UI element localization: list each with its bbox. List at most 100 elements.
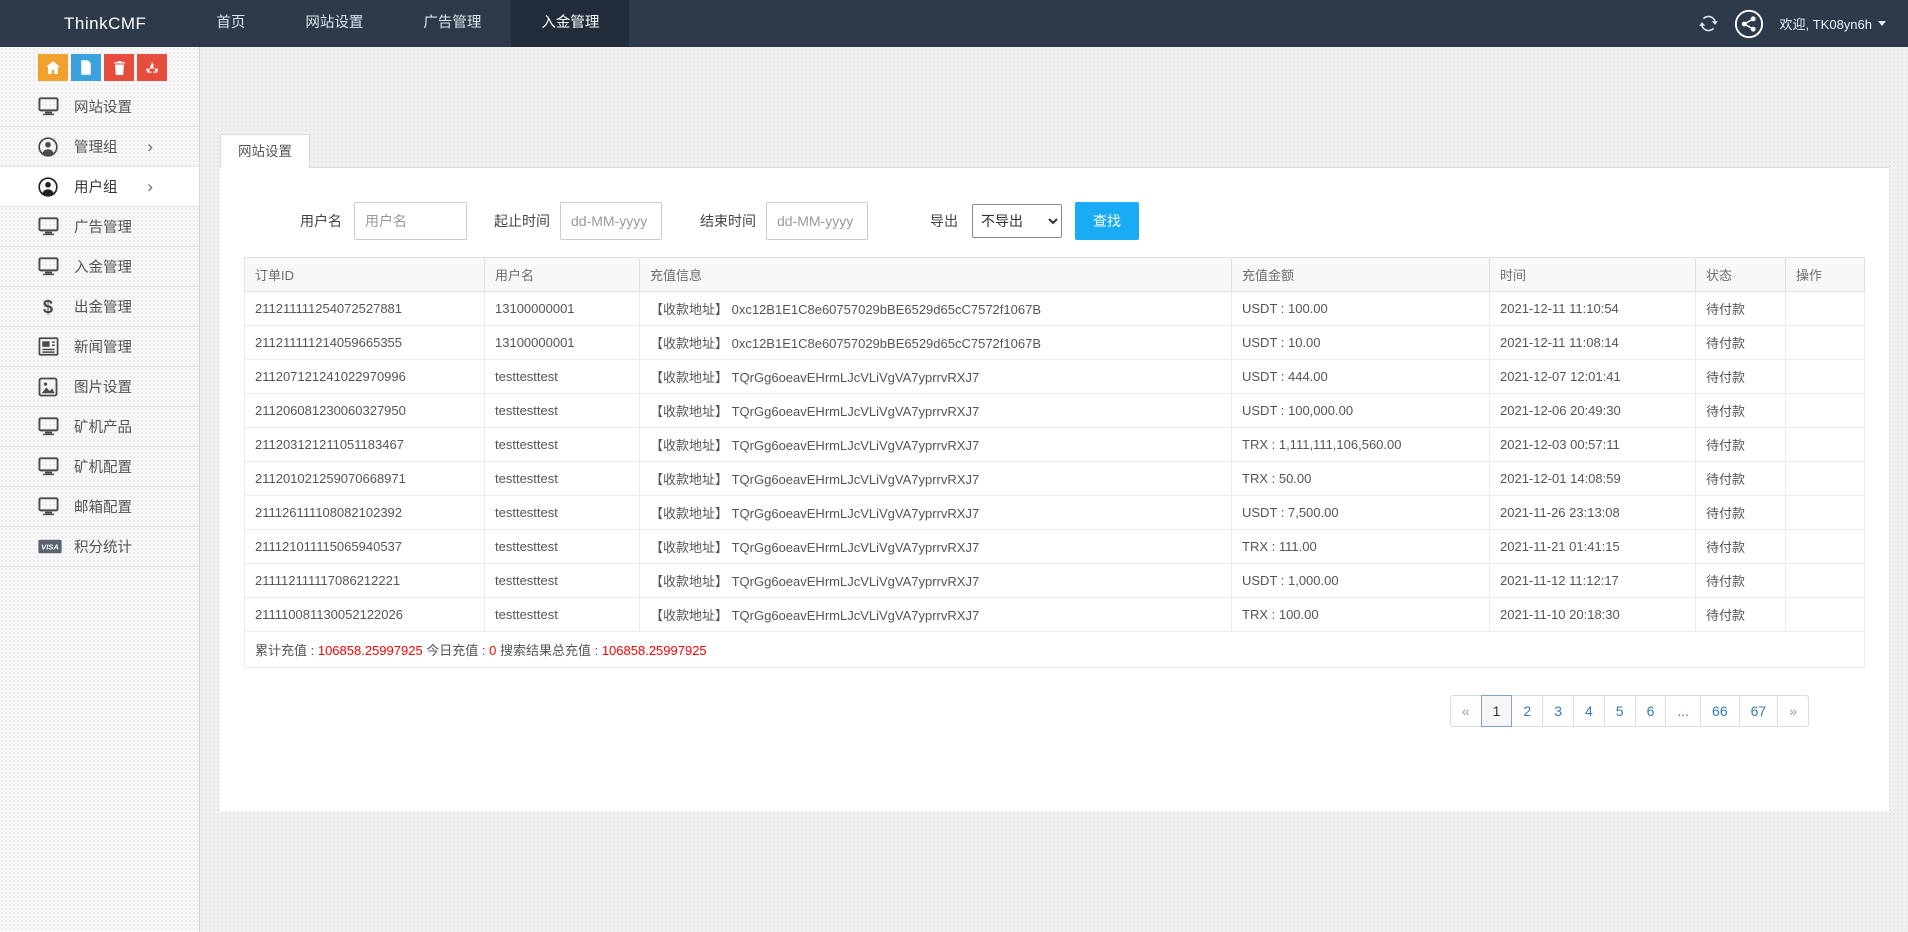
search-total-label: 搜索结果总充值 : [496,643,601,658]
table-header-row: 订单ID用户名充值信息充值金额时间状态操作 [245,258,1865,292]
action-cell [1786,530,1865,564]
time-cell: 2021-11-21 01:41:15 [1490,530,1696,564]
sidebar-item-label: 网站设置 [74,96,132,117]
action-cell [1786,462,1865,496]
recharge-info-cell: 【收款地址】 0xc12B1E1C8e60757029bBE6529d65cC7… [640,292,1232,326]
sidebar-item-label: 图片设置 [74,376,132,397]
user-menu[interactable]: 欢迎, TK08yn6h [1780,14,1887,33]
order-id-cell: 211201021259070668971 [245,462,485,496]
visa-icon: VISA [38,538,62,555]
status-cell: 待付款 [1696,326,1786,360]
sidebar-item-10[interactable]: 邮箱配置 [0,487,199,527]
status-cell: 待付款 [1696,394,1786,428]
pagination-page-6[interactable]: 6 [1635,695,1667,727]
search-button[interactable]: 查找 [1075,202,1139,240]
sidebar-item-7[interactable]: 图片设置 [0,367,199,407]
export-select[interactable]: 不导出 [972,204,1062,238]
amount-cell: TRX : 1,111,111,106,560.00 [1232,428,1490,462]
nav-item-1[interactable]: 网站设置 [275,0,393,47]
recharge-info-cell: 【收款地址】 TQrGg6oeavEHrmLJcVLiVgVA7yprrvRXJ… [640,428,1232,462]
sidebar-item-label: 邮箱配置 [74,496,132,517]
action-cell [1786,598,1865,632]
user-icon [38,137,62,157]
pagination-page-66[interactable]: 66 [1700,695,1740,727]
dollar-icon: $ [38,297,62,317]
recharge-info-cell: 【收款地址】 TQrGg6oeavEHrmLJcVLiVgVA7yprrvRXJ… [640,530,1232,564]
pagination-page-5[interactable]: 5 [1604,695,1636,727]
main-content: 网站设置 用户名 起止时间 结束时间 导出 不导出 查找 [200,47,1908,932]
recycle-icon[interactable] [137,54,167,81]
recharge-info-cell: 【收款地址】 TQrGg6oeavEHrmLJcVLiVgVA7yprrvRXJ… [640,394,1232,428]
brand-logo[interactable]: ThinkCMF [0,0,186,47]
sidebar-item-1[interactable]: 管理组› [0,127,199,167]
username-input[interactable] [354,202,467,240]
column-header-6: 操作 [1786,258,1865,292]
sidebar-item-3[interactable]: 广告管理 [0,207,199,247]
column-header-5: 状态 [1696,258,1786,292]
status-cell: 待付款 [1696,564,1786,598]
start-date-input[interactable] [560,202,662,240]
order-id-cell: 211112111117086212221 [245,564,485,598]
time-cell: 2021-12-01 14:08:59 [1490,462,1696,496]
svg-text:VISA: VISA [41,543,59,552]
time-cell: 2021-11-12 11:12:17 [1490,564,1696,598]
sidebar-item-label: 矿机配置 [74,456,132,477]
pagination-prev[interactable]: « [1450,695,1482,727]
table-row: 21121111121405966535513100000001【收款地址】 0… [245,326,1865,360]
navbar-right: 欢迎, TK08yn6h [1699,0,1908,47]
refresh-icon[interactable] [1699,14,1718,33]
time-cell: 2021-12-07 12:01:41 [1490,360,1696,394]
username-cell: 13100000001 [485,292,640,326]
trash-icon[interactable] [104,54,134,81]
today-label: 今日充值 : [423,643,489,658]
username-cell: testtesttest [485,530,640,564]
file-icon[interactable] [71,54,101,81]
order-id-cell: 211211111214059665355 [245,326,485,360]
amount-cell: TRX : 100.00 [1232,598,1490,632]
image-icon [38,377,62,397]
home-icon[interactable] [38,54,68,81]
filter-form: 用户名 起止时间 结束时间 导出 不导出 查找 [244,202,1865,240]
recharge-info-cell: 【收款地址】 TQrGg6oeavEHrmLJcVLiVgVA7yprrvRXJ… [640,598,1232,632]
pagination-page-2[interactable]: 2 [1511,695,1543,727]
table-row: 21121111125407252788113100000001【收款地址】 0… [245,292,1865,326]
sidebar-item-5[interactable]: $ 出金管理 [0,287,199,327]
status-cell: 待付款 [1696,530,1786,564]
time-cell: 2021-12-03 00:57:11 [1490,428,1696,462]
pagination-page-3[interactable]: 3 [1542,695,1574,727]
recharge-info-cell: 【收款地址】 TQrGg6oeavEHrmLJcVLiVgVA7yprrvRXJ… [640,462,1232,496]
status-cell: 待付款 [1696,462,1786,496]
recharge-info-cell: 【收款地址】 TQrGg6oeavEHrmLJcVLiVgVA7yprrvRXJ… [640,496,1232,530]
sidebar-item-6[interactable]: 新闻管理 [0,327,199,367]
tab-site-settings[interactable]: 网站设置 [220,134,310,168]
user-avatar[interactable] [1734,9,1764,39]
news-icon [38,337,62,356]
table-row: 211207121241022970996testtesttest【收款地址】 … [245,360,1865,394]
sidebar-item-8[interactable]: 矿机产品 [0,407,199,447]
sidebar-item-9[interactable]: 矿机配置 [0,447,199,487]
end-date-input[interactable] [766,202,868,240]
sidebar-item-4[interactable]: 入金管理 [0,247,199,287]
time-cell: 2021-12-11 11:10:54 [1490,292,1696,326]
order-id-cell: 211207121241022970996 [245,360,485,394]
start-time-label: 起止时间 [494,211,550,231]
chevron-down-icon [1878,21,1886,26]
table-row: 211203121211051183467testtesttest【收款地址】 … [245,428,1865,462]
pagination-page-4[interactable]: 4 [1573,695,1605,727]
sidebar-item-label: 出金管理 [74,296,132,317]
nav-item-0[interactable]: 首页 [186,0,275,47]
sidebar-item-11[interactable]: VISA积分统计 [0,527,199,567]
chevron-right-icon: › [147,138,153,155]
pagination-page-67[interactable]: 67 [1739,695,1779,727]
nav-item-2[interactable]: 广告管理 [393,0,511,47]
pagination-next[interactable]: » [1777,695,1809,727]
username-cell: 13100000001 [485,326,640,360]
sidebar-item-2[interactable]: 用户组› [0,167,199,207]
monitor-icon [38,417,62,436]
time-cell: 2021-12-11 11:08:14 [1490,326,1696,360]
sidebar-item-0[interactable]: 网站设置 [0,87,199,127]
sidebar: 网站设置管理组›用户组›广告管理入金管理 $ 出金管理新闻管理图片设置矿机产品矿机配… [0,47,200,932]
nav-item-3[interactable]: 入金管理 [511,0,629,47]
cumulative-value: 106858.25997925 [318,643,423,658]
pagination-page-1[interactable]: 1 [1481,695,1513,727]
